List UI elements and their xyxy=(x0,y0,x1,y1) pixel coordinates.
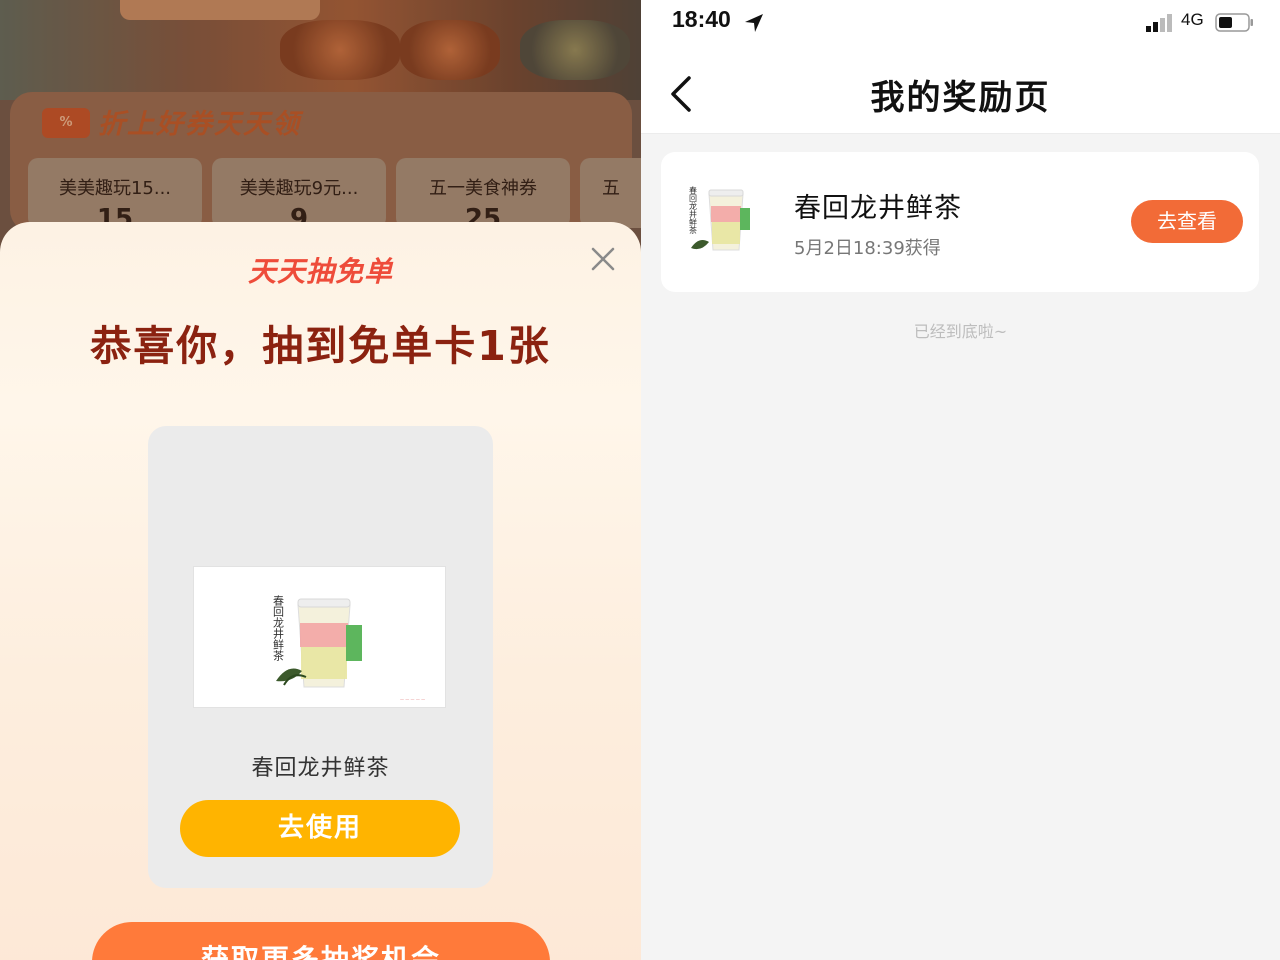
list-end-indicator: 已经到底啦~ xyxy=(913,322,1008,341)
popup-headline: 恭喜你，抽到免单卡1张 xyxy=(90,322,551,370)
reward-obtained-time: 5月2日18:39获得 xyxy=(794,238,941,259)
svg-text:— — — — —: — — — — — xyxy=(400,697,425,702)
prize-image: 春回龙井鲜茶 — — — — — xyxy=(193,566,446,708)
status-time: 18:40 xyxy=(672,6,731,32)
my-rewards-screen: 18:40 4G 我的奖励页 春回龙井鲜茶 春回龙井鲜茶 5月2日18:39获得… xyxy=(641,0,1280,960)
lottery-result-screen: % 折上好券天天领 美美趣玩15... 15 美美趣玩9元... 9 五一美食神… xyxy=(0,0,641,960)
prize-card: 春回龙井鲜茶 — — — — — 春回龙井鲜茶 去使用 xyxy=(148,426,493,888)
view-reward-button[interactable]: 去查看 xyxy=(1131,200,1243,243)
nav-bar: 我的奖励页 xyxy=(641,50,1280,134)
reward-thumbnail: 春回龙井鲜茶 xyxy=(683,174,773,264)
network-type: 4G xyxy=(1181,10,1204,29)
popup-brand-title: 天天抽免单 xyxy=(247,255,393,288)
location-arrow-icon xyxy=(745,14,763,32)
battery-icon xyxy=(1215,13,1253,32)
reward-name: 春回龙井鲜茶 xyxy=(794,193,962,224)
reward-item[interactable]: 春回龙井鲜茶 春回龙井鲜茶 5月2日18:39获得 去查看 xyxy=(661,152,1259,292)
close-icon[interactable] xyxy=(588,244,618,274)
use-button[interactable]: 去使用 xyxy=(180,800,460,857)
status-bar: 18:40 4G xyxy=(641,0,1280,50)
page-title: 我的奖励页 xyxy=(870,78,1051,118)
prize-image-caption: 春回龙井鲜茶 xyxy=(272,595,285,661)
reward-thumbnail-caption: 春回龙井鲜茶 xyxy=(689,185,698,234)
prize-name: 春回龙井鲜茶 xyxy=(251,756,390,781)
prize-popup: 天天抽免单 恭喜你，抽到免单卡1张 春回龙井鲜茶 — — — — — 春回龙井鲜… xyxy=(0,222,641,960)
signal-icon xyxy=(1146,14,1172,32)
get-more-chances-button[interactable]: 获取更多抽奖机会 xyxy=(92,922,550,960)
